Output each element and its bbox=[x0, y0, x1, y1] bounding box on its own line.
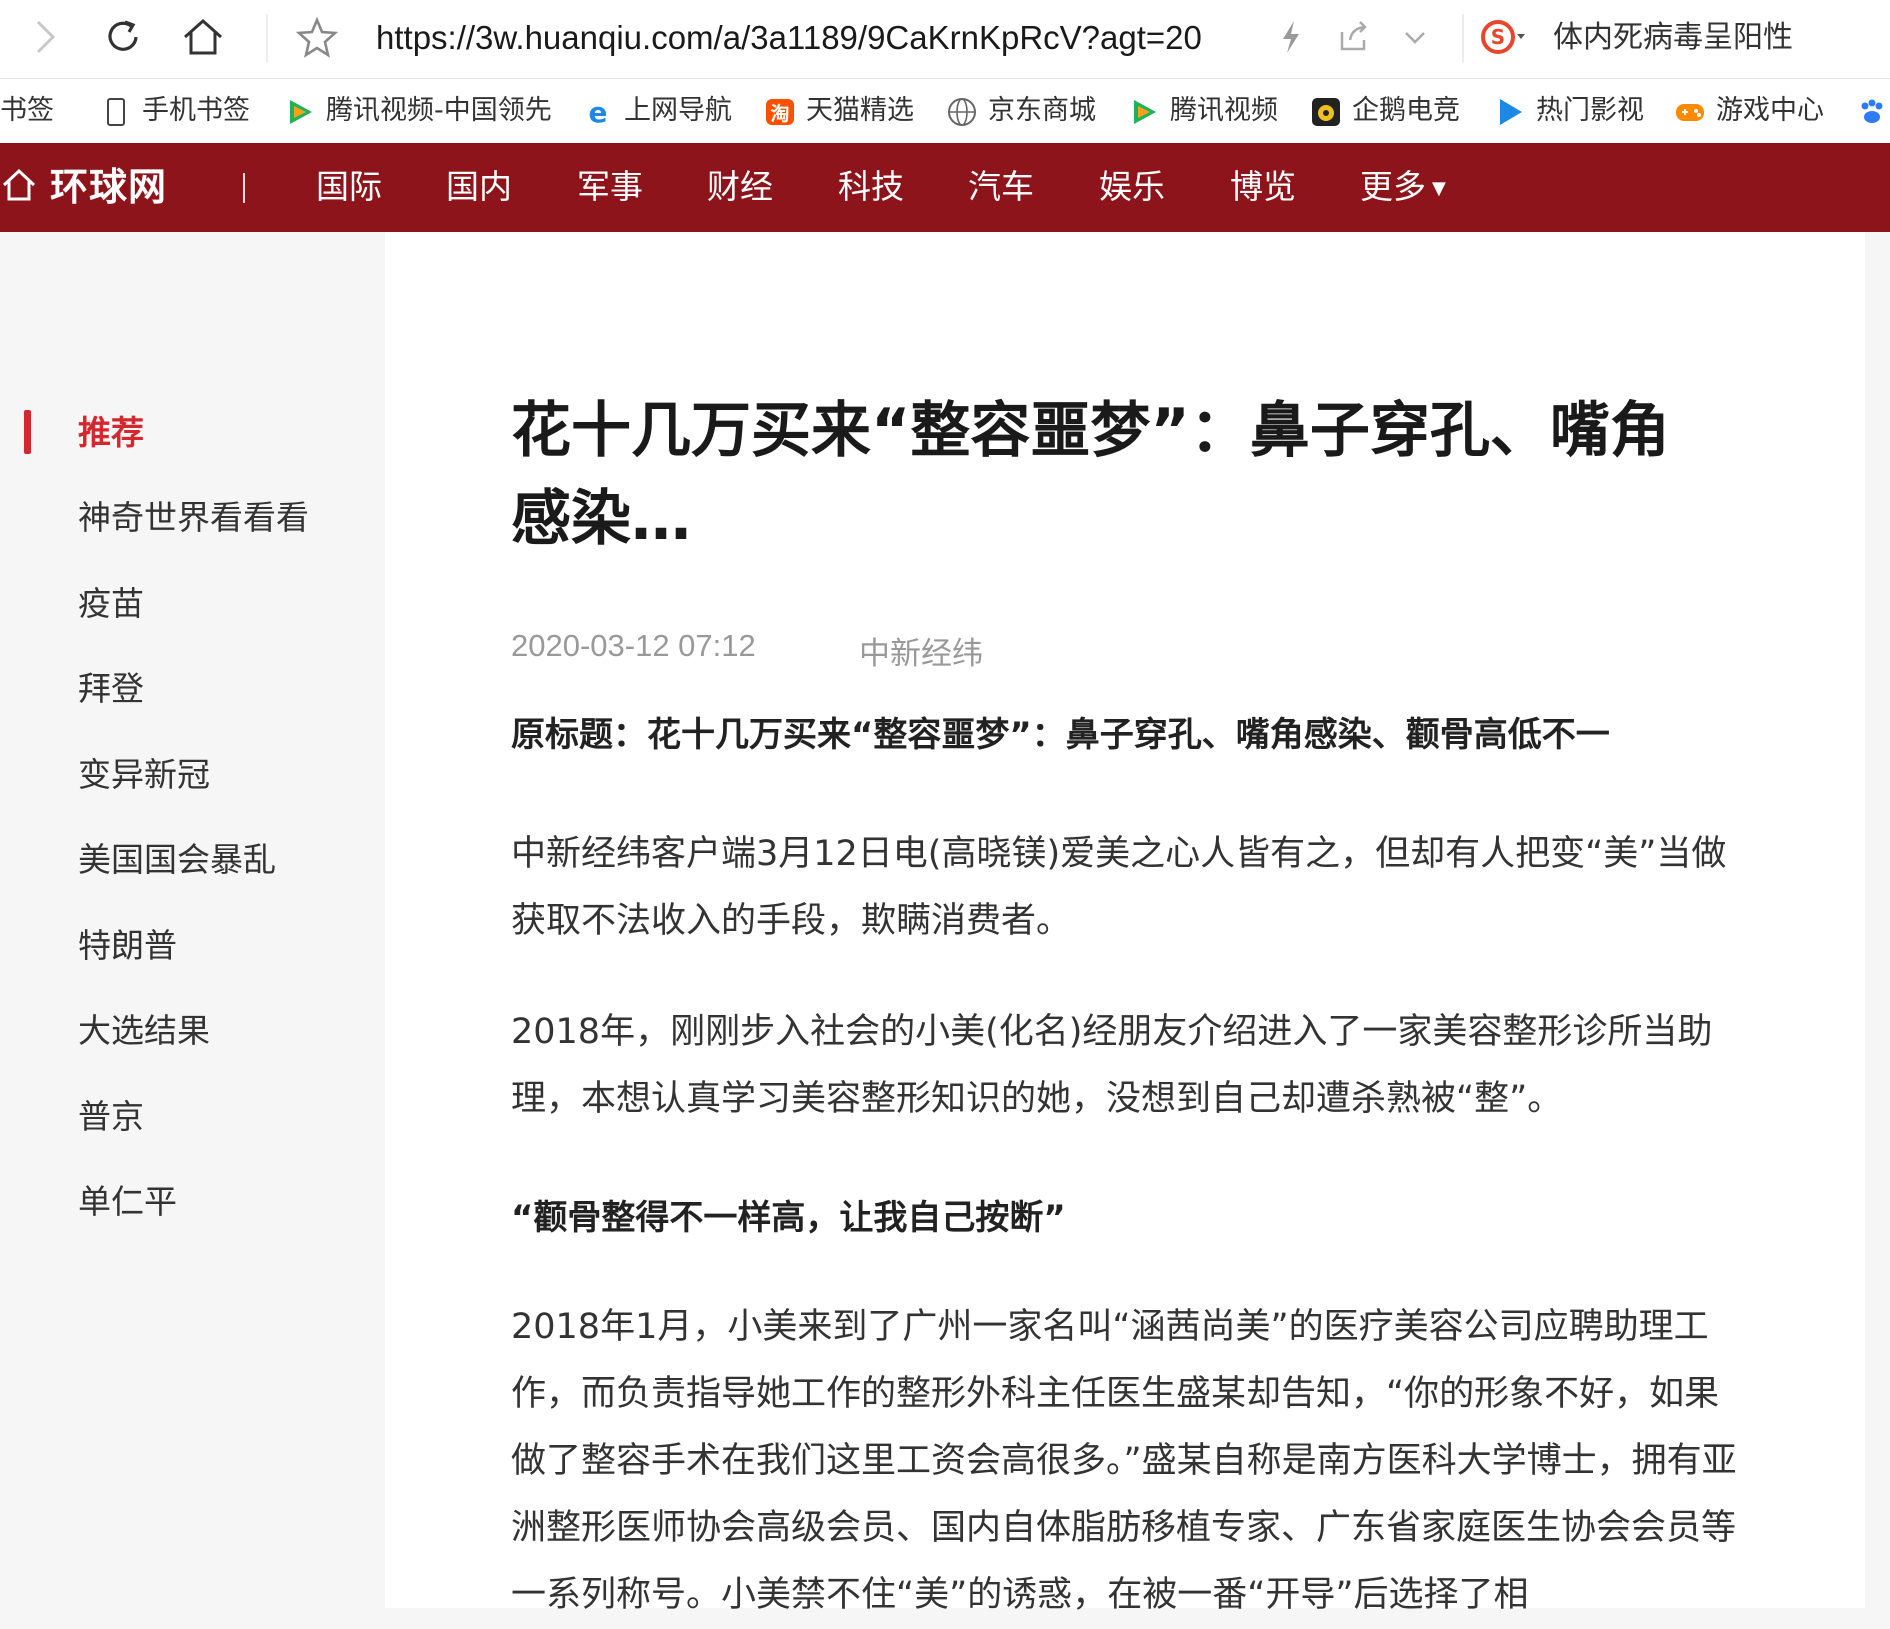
bookmark-label: 腾讯视频 bbox=[1170, 95, 1278, 126]
tencent-video-icon bbox=[1128, 96, 1160, 128]
phone-icon bbox=[100, 96, 132, 128]
bookmark-item[interactable]: e 上网导航 bbox=[582, 89, 733, 133]
bookmark-item[interactable]: 腾讯视频 bbox=[1128, 89, 1278, 133]
sidebar-item[interactable]: 美国国会暴乱 bbox=[78, 835, 276, 885]
svg-text:e: e bbox=[589, 96, 608, 128]
globe-icon bbox=[946, 96, 978, 128]
article-paragraph: 中新经纬客户端3月12日电(高晓镁)爱美之心人皆有之，但却有人把变“美”当做获取… bbox=[511, 834, 1727, 941]
site-nav-bar: 环球网 国际 国内 军事 财经 科技 汽车 娱乐 博览 更多 ▼ bbox=[0, 143, 1890, 232]
sidebar-item[interactable]: 神奇世界看看看 bbox=[78, 493, 309, 543]
site-logo[interactable]: 环球网 bbox=[0, 161, 167, 213]
sidebar-item-recommend[interactable]: 推荐 bbox=[78, 408, 144, 458]
bookmark-item[interactable]: 京东商城 bbox=[946, 89, 1096, 133]
article-paragraph: 2018年1月，小美来到了广州一家名叫“涵茜尚美”的医疗美容公司应聘助理工作，而… bbox=[511, 1307, 1737, 1615]
bookmark-item[interactable]: 腾讯视频-中国领先 bbox=[284, 89, 552, 133]
gamepad-icon bbox=[1674, 96, 1706, 128]
bookmarks-bar: 书签 手机书签 腾讯视频-中国领先 e 上网导航 淘天猫精选 京东商城 腾讯视频 … bbox=[0, 79, 1890, 144]
bookmark-item[interactable]: 企鹅电竞 bbox=[1310, 89, 1460, 133]
bookmark-item[interactable]: 手机书签 bbox=[100, 89, 250, 133]
sidebar-item[interactable]: 变异新冠 bbox=[78, 750, 210, 800]
ie-icon: e bbox=[582, 96, 614, 128]
nav-item-military[interactable]: 军事 bbox=[577, 161, 643, 213]
sidebar-item[interactable]: 单仁平 bbox=[78, 1177, 177, 1227]
article-panel: 花十几万买来“整容噩梦”：鼻子穿孔、嘴角感染… 2020-03-12 07:12… bbox=[385, 232, 1865, 1615]
bookmark-item[interactable]: 热门影视 bbox=[1494, 89, 1644, 133]
home-outline-icon bbox=[0, 165, 38, 203]
sidebar-item[interactable]: 普京 bbox=[78, 1092, 144, 1142]
bookmark-label: 京东商城 bbox=[988, 95, 1096, 126]
bookmark-label: 天猫精选 bbox=[806, 95, 914, 126]
lightning-icon[interactable] bbox=[1266, 12, 1316, 62]
url-field[interactable]: https://3w.huanqiu.com/a/3a1189/9CaKrnKp… bbox=[376, 14, 1236, 62]
sogou-search-engine-icon[interactable]: S bbox=[1476, 12, 1526, 62]
bookmark-label: 手机书签 bbox=[142, 95, 250, 126]
active-indicator bbox=[24, 410, 31, 454]
page-scrollbar[interactable] bbox=[1865, 232, 1890, 1608]
sidebar-item[interactable]: 特朗普 bbox=[78, 921, 177, 971]
article-subheading: “颧骨整得不一样高，让我自己按断” bbox=[511, 1198, 1066, 1238]
nav-item-auto[interactable]: 汽车 bbox=[968, 161, 1034, 213]
bookmark-item[interactable]: 书签 bbox=[0, 89, 54, 133]
taobao-icon: 淘 bbox=[764, 96, 796, 128]
nav-divider bbox=[243, 173, 245, 203]
chevron-down-icon: ▼ bbox=[1432, 178, 1446, 199]
forward-icon[interactable] bbox=[20, 12, 70, 62]
article-title: 花十几万买来“整容噩梦”：鼻子穿孔、嘴角感染… bbox=[511, 396, 1670, 554]
original-title: 原标题：花十几万买来“整容噩梦”：鼻子穿孔、嘴角感染、颧骨高低不一 bbox=[511, 715, 1610, 755]
nav-item-more[interactable]: 更多 ▼ bbox=[1360, 161, 1446, 213]
sidebar-item[interactable]: 疫苗 bbox=[78, 579, 144, 629]
home-icon[interactable] bbox=[178, 12, 228, 62]
bookmark-label: 企鹅电竞 bbox=[1352, 95, 1460, 126]
browser-toolbar: https://3w.huanqiu.com/a/3a1189/9CaKrnKp… bbox=[0, 0, 1890, 79]
nav-more-label: 更多 bbox=[1360, 167, 1426, 206]
bookmark-item[interactable]: 淘天猫精选 bbox=[764, 89, 914, 133]
star-bookmark-icon[interactable] bbox=[292, 12, 342, 62]
share-icon[interactable] bbox=[1328, 12, 1378, 62]
refresh-icon[interactable] bbox=[98, 12, 148, 62]
svg-text:淘: 淘 bbox=[770, 102, 789, 125]
toolbar-divider bbox=[266, 14, 268, 62]
bookmark-label: 书签 bbox=[0, 95, 54, 126]
sidebar-item[interactable]: 拜登 bbox=[78, 664, 144, 714]
nav-item-finance[interactable]: 财经 bbox=[707, 161, 773, 213]
logo-text: 环球网 bbox=[50, 165, 168, 209]
nav-item-tech[interactable]: 科技 bbox=[838, 161, 904, 213]
nav-item-domestic[interactable]: 国内 bbox=[446, 161, 512, 213]
baidu-paw-icon[interactable] bbox=[1856, 89, 1890, 133]
nav-item-expo[interactable]: 博览 bbox=[1230, 161, 1296, 213]
toolbar-divider bbox=[1462, 14, 1464, 62]
dropdown-chevron-icon[interactable] bbox=[1390, 12, 1440, 62]
bookmark-label: 腾讯视频-中国领先 bbox=[326, 95, 552, 126]
play-movie-icon bbox=[1494, 96, 1526, 128]
article-source[interactable]: 中新经纬 bbox=[859, 628, 983, 673]
article-date: 2020-03-12 07:12 bbox=[511, 628, 756, 663]
tencent-video-icon bbox=[284, 96, 316, 128]
sidebar bbox=[0, 232, 385, 1608]
article-paragraph: 2018年，刚刚步入社会的小美(化名)经朋友介绍进入了一家美容整形诊所当助理，本… bbox=[511, 1012, 1713, 1119]
sidebar-item[interactable]: 大选结果 bbox=[78, 1006, 210, 1056]
svg-text:S: S bbox=[1491, 25, 1505, 49]
nav-item-entertainment[interactable]: 娱乐 bbox=[1099, 161, 1165, 213]
bookmark-label: 上网导航 bbox=[624, 95, 732, 126]
penguin-esports-icon bbox=[1310, 96, 1342, 128]
nav-item-international[interactable]: 国际 bbox=[316, 161, 382, 213]
search-box[interactable]: 体内死病毒呈阳性 bbox=[1553, 14, 1793, 62]
bookmark-label: 热门影视 bbox=[1536, 95, 1644, 126]
bookmark-item[interactable]: 游戏中心 bbox=[1674, 89, 1824, 133]
bookmark-label: 游戏中心 bbox=[1716, 95, 1824, 126]
